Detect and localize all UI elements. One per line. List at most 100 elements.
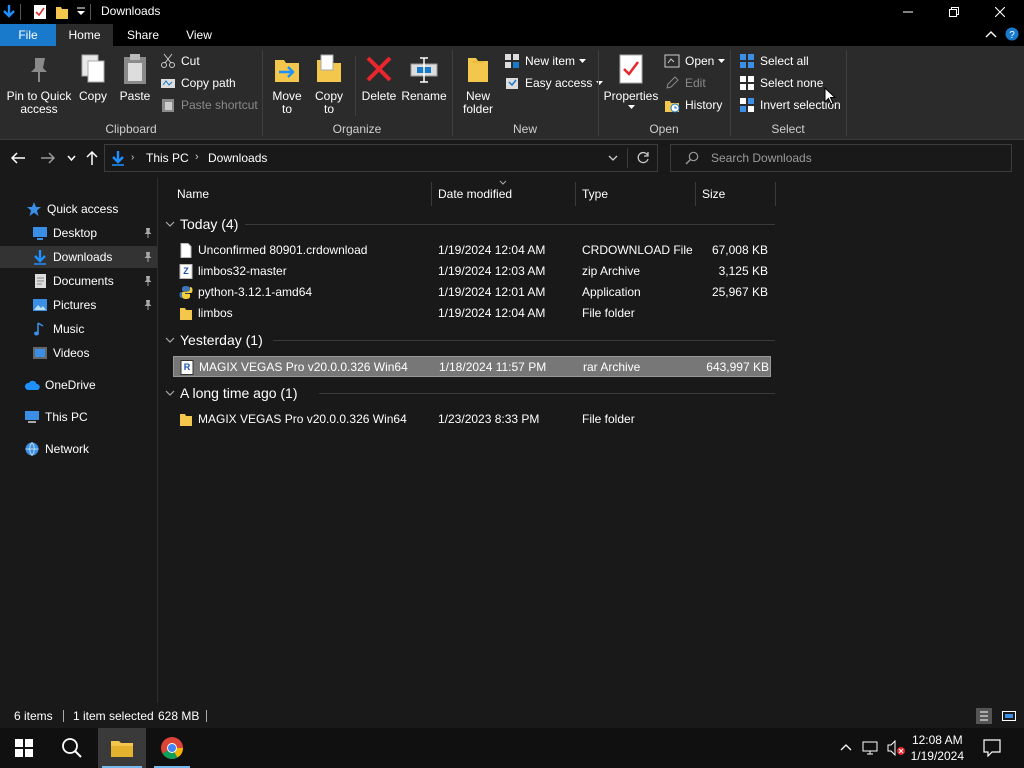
column-header-date[interactable]: Date modified (438, 184, 512, 204)
pin-to-quick-access-button[interactable]: Pin to Quick access (4, 52, 74, 116)
status-bar: 6 items 1 item selected 628 MB (0, 703, 1024, 728)
column-separator[interactable] (775, 182, 776, 206)
open-icon (664, 53, 680, 69)
close-button[interactable] (977, 0, 1023, 24)
minimize-button[interactable] (885, 0, 931, 24)
copy-path-button[interactable]: Copy path (160, 73, 236, 93)
group-header-yesterday[interactable]: Yesterday (1) (165, 329, 263, 351)
pin-icon (23, 52, 55, 86)
minimize-icon (903, 11, 913, 13)
up-arrow-icon (86, 150, 98, 165)
copy-button[interactable]: Copy (76, 52, 110, 103)
copy-to-button[interactable]: Copy to (310, 52, 348, 116)
properties-button[interactable]: Properties (603, 52, 659, 110)
recent-locations-button[interactable] (67, 155, 76, 161)
svg-text:R: R (184, 362, 191, 372)
table-row[interactable]: R MAGIX VEGAS Pro v20.0.0.326 Win64 1/18… (173, 356, 771, 377)
paste-button[interactable]: Paste (116, 52, 154, 103)
details-view-button[interactable] (976, 708, 992, 724)
volume-button[interactable] (886, 740, 906, 756)
search-button[interactable] (48, 728, 96, 768)
up-button[interactable] (85, 150, 99, 166)
column-header-size[interactable]: Size (702, 184, 725, 204)
nav-item-videos[interactable]: Videos (0, 342, 157, 364)
back-button[interactable] (10, 151, 26, 165)
ribbon-tabs: File Home Share View ? (0, 24, 1024, 46)
column-separator[interactable] (695, 182, 696, 206)
new-item-button[interactable]: New item (504, 51, 587, 71)
network-status-button[interactable] (862, 740, 880, 756)
move-to-button[interactable]: Move to (268, 52, 306, 116)
large-icons-view-button[interactable] (1001, 708, 1017, 724)
taskbar-chrome[interactable] (148, 728, 196, 768)
customize-quick-access-icon[interactable] (76, 6, 86, 18)
download-arrow-icon[interactable] (2, 4, 16, 20)
help-icon[interactable]: ? (1005, 27, 1019, 41)
table-row[interactable]: Z limbos32-master 1/19/2024 12:03 AM zip… (173, 261, 771, 282)
tab-share[interactable]: Share (113, 24, 173, 46)
column-header-type[interactable]: Type (582, 184, 608, 204)
column-header-name[interactable]: Name (177, 184, 209, 204)
breadcrumb-this-pc[interactable]: This PC (146, 151, 189, 165)
taskbar-file-explorer[interactable] (98, 728, 146, 768)
nav-item-label: Downloads (53, 250, 113, 264)
rename-icon (408, 52, 440, 86)
show-hidden-icons-button[interactable] (840, 742, 852, 752)
select-all-icon (739, 53, 755, 69)
notification-icon (983, 739, 1001, 757)
refresh-button[interactable] (636, 151, 650, 165)
pin-icon (143, 299, 153, 311)
file-date: 1/19/2024 12:03 AM (438, 264, 546, 278)
notifications-button[interactable] (983, 739, 1001, 757)
new-folder-button[interactable]: New folder (458, 52, 498, 116)
videos-icon (32, 345, 48, 361)
group-header-long-ago[interactable]: A long time ago (1) (165, 382, 298, 404)
minimize-ribbon-icon[interactable] (985, 29, 997, 39)
properties-label: Properties (603, 89, 659, 103)
easy-access-button[interactable]: Easy access (504, 73, 604, 93)
forward-button[interactable] (40, 151, 56, 165)
nav-item-label: Music (53, 322, 85, 336)
nav-item-network[interactable]: Network (0, 438, 157, 460)
tab-file[interactable]: File (0, 24, 56, 46)
rename-button[interactable]: Rename (400, 52, 448, 103)
nav-item-quick-access[interactable]: Quick access (0, 198, 157, 220)
tab-home[interactable]: Home (56, 24, 113, 46)
nav-item-pictures[interactable]: Pictures (0, 294, 157, 316)
search-input[interactable]: Search Downloads (711, 151, 812, 165)
breadcrumb-downloads[interactable]: Downloads (208, 151, 267, 165)
start-button[interactable] (0, 728, 48, 768)
column-separator[interactable] (431, 182, 432, 206)
nav-item-music[interactable]: Music (0, 318, 157, 340)
table-row[interactable]: Unconfirmed 80901.crdownload 1/19/2024 1… (173, 240, 771, 261)
nav-item-this-pc[interactable]: This PC (0, 406, 157, 428)
column-separator[interactable] (575, 182, 576, 206)
table-row[interactable]: MAGIX VEGAS Pro v20.0.0.326 Win64 1/23/2… (173, 409, 771, 430)
music-icon (32, 321, 48, 337)
open-button[interactable]: Open (664, 51, 726, 71)
history-button[interactable]: History (664, 95, 722, 115)
tab-view[interactable]: View (173, 24, 225, 46)
delete-button[interactable]: Delete (358, 52, 400, 103)
edit-button[interactable]: Edit (664, 73, 706, 93)
nav-item-desktop[interactable]: Desktop (0, 222, 157, 244)
address-bar[interactable]: › This PC › Downloads (104, 144, 658, 172)
nav-item-onedrive[interactable]: OneDrive (0, 374, 157, 396)
refresh-icon (637, 151, 649, 164)
select-none-button[interactable]: Select none (739, 73, 823, 93)
table-row[interactable]: python-3.12.1-amd64 1/19/2024 12:01 AM A… (173, 282, 771, 303)
table-row[interactable]: limbos 1/19/2024 12:04 AM File folder (173, 303, 771, 324)
search-box[interactable]: Search Downloads (670, 144, 1012, 172)
select-all-button[interactable]: Select all (739, 51, 809, 71)
large-icons-view-icon (1002, 711, 1016, 721)
properties-quick-icon[interactable] (33, 4, 47, 20)
nav-item-documents[interactable]: Documents (0, 270, 157, 292)
address-history-dropdown[interactable] (608, 155, 618, 161)
restore-button[interactable] (931, 0, 977, 24)
nav-item-downloads[interactable]: Downloads (0, 246, 157, 268)
new-folder-quick-icon[interactable] (55, 4, 69, 20)
group-header-today[interactable]: Today (4) (165, 213, 238, 235)
paste-shortcut-button[interactable]: Paste shortcut (160, 95, 258, 115)
cut-button[interactable]: Cut (160, 51, 200, 71)
system-clock[interactable]: 12:08 AM 1/19/2024 (911, 732, 964, 764)
